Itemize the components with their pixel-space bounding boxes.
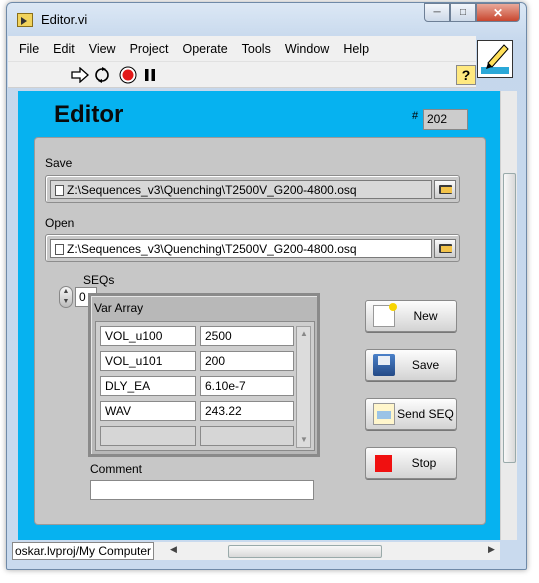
run-button[interactable] [70,65,90,85]
open-path-field[interactable]: Z:\Sequences_v3\Quenching\T2500V_G200-48… [50,239,432,258]
var-value-cell[interactable]: 243.22 [200,401,294,421]
var-name-cell[interactable]: DLY_EA [100,376,196,396]
pause-button[interactable] [140,65,160,85]
panel-heading: Editor [54,101,124,128]
open-path-control: Z:\Sequences_v3\Quenching\T2500V_G200-48… [45,234,460,262]
menu-edit[interactable]: Edit [46,42,82,56]
menu-project[interactable]: Project [123,42,176,56]
open-browse-button[interactable] [434,239,456,258]
number-label: # [412,110,419,122]
pencil-icon [481,44,509,74]
vi-icon[interactable] [477,40,513,78]
new-document-icon [373,303,397,327]
save-disk-icon [373,354,395,376]
run-continuously-button[interactable] [92,65,112,85]
scroll-right-icon[interactable]: ▶ [488,544,495,555]
save-button-label: Save [411,358,440,372]
pause-icon [145,69,155,81]
menu-file[interactable]: File [12,42,46,56]
window-controls: ─ □ ✕ [424,3,520,23]
var-value-cell[interactable]: 2500 [200,326,294,346]
run-continuously-icon [95,67,109,83]
var-name-cell-empty[interactable] [100,426,196,446]
send-seq-button-label: Send SEQ [397,407,454,421]
scroll-left-icon[interactable]: ◀ [170,544,177,555]
context-help-button[interactable]: ? [456,65,476,85]
abort-stop-icon [119,66,137,84]
folder-icon [438,185,452,194]
menu-view[interactable]: View [82,42,123,56]
horizontal-scroll-thumb[interactable] [228,545,382,558]
save-path-label: Save [45,156,73,170]
status-bar: oskar.lvproj/My Computer ◀ ▶ [12,542,500,560]
stop-button[interactable]: Stop [365,447,457,479]
panel-vertical-scrollbar[interactable] [500,91,517,540]
scroll-up-icon[interactable]: ▲ [299,329,309,339]
open-path-value: Z:\Sequences_v3\Quenching\T2500V_G200-48… [67,242,357,256]
menu-bar: File Edit View Project Operate Tools Win… [8,36,476,62]
var-array: VOL_u100 2500 VOL_u101 200 DLY_EA 6.10e-… [95,321,315,451]
index-increment-decrement[interactable]: ▲ ▼ [59,286,73,308]
menu-operate[interactable]: Operate [175,42,234,56]
number-indicator: 202 [423,109,468,130]
var-name-cell[interactable]: VOL_u101 [100,351,196,371]
var-value-cell[interactable]: 200 [200,351,294,371]
stop-square-icon [375,454,392,472]
toolbar: ? [8,62,476,88]
title-bar: Editor.vi ─ □ ✕ [7,3,526,37]
window-title: Editor.vi [41,12,88,27]
minimize-button[interactable]: ─ [424,3,450,22]
new-button[interactable]: New [365,300,457,332]
seqs-label: SEQs [83,273,115,287]
editor-area: Save Z:\Sequences_v3\Quenching\T2500V_G2… [34,137,486,525]
var-array-label: Var Array [94,301,144,315]
project-context: oskar.lvproj/My Computer [12,542,155,560]
stop-button-label: Stop [411,456,437,470]
send-seq-button[interactable]: Send SEQ [365,398,457,430]
comment-label: Comment [90,462,143,476]
save-path-field[interactable]: Z:\Sequences_v3\Quenching\T2500V_G200-48… [50,180,432,199]
send-seq-icon [373,403,395,425]
close-button[interactable]: ✕ [476,3,520,22]
save-browse-button[interactable] [434,180,456,199]
menu-tools[interactable]: Tools [235,42,278,56]
folder-icon [438,244,452,253]
labview-app-icon [17,13,33,27]
var-array-cluster: Var Array VOL_u100 2500 VOL_u101 200 DLY… [88,293,320,457]
var-value-cell[interactable]: 6.10e-7 [200,376,294,396]
comment-input[interactable] [90,480,314,500]
new-button-label: New [413,309,438,323]
file-path-icon [55,185,64,196]
save-path-control: Z:\Sequences_v3\Quenching\T2500V_G200-48… [45,175,460,203]
file-path-icon [55,244,64,255]
var-value-cell-empty[interactable] [200,426,294,446]
menu-window[interactable]: Window [278,42,336,56]
abort-button[interactable] [118,65,138,85]
run-arrow-icon [71,67,89,83]
var-array-scrollbar[interactable]: ▲ ▼ [296,326,311,448]
menu-help[interactable]: Help [336,42,376,56]
var-name-cell[interactable]: VOL_u100 [100,326,196,346]
save-path-value: Z:\Sequences_v3\Quenching\T2500V_G200-48… [67,183,357,197]
save-button[interactable]: Save [365,349,457,381]
front-panel: Editor # 202 Save Z:\Sequences_v3\Quench… [18,91,500,540]
var-name-cell[interactable]: WAV [100,401,196,421]
open-path-label: Open [45,216,75,230]
scroll-down-icon[interactable]: ▼ [299,435,309,445]
maximize-button[interactable]: □ [450,3,476,22]
vertical-scroll-thumb[interactable] [503,173,516,463]
